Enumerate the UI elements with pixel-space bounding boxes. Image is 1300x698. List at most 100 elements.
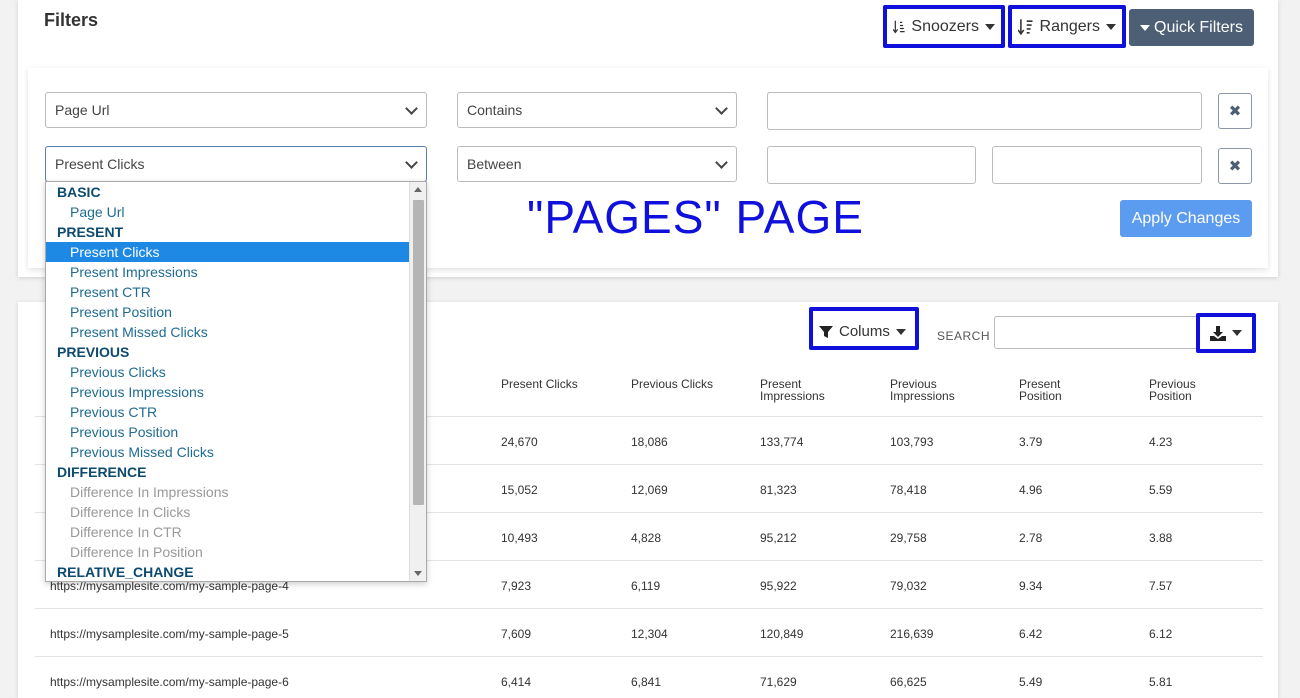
dropdown-option[interactable]: Previous Impressions (46, 382, 410, 402)
page-url-cell[interactable]: https://mysamplesite.com/my-sample-page-… (50, 675, 289, 689)
previous-position-cell: 5.81 (1149, 675, 1173, 689)
previous-clicks-cell: 12,304 (631, 627, 668, 641)
quick-filters-label: Quick Filters (1154, 18, 1243, 36)
rangers-label: Rangers (1039, 17, 1100, 35)
filter-operator-value: Between (467, 156, 522, 172)
quick-filters-button[interactable]: Quick Filters (1129, 9, 1254, 46)
search-label: SEARCH (937, 329, 991, 343)
present-impressions-cell: 120,849 (760, 627, 804, 641)
download-button[interactable] (1200, 317, 1252, 349)
present-clicks-cell: 15,052 (501, 483, 538, 497)
apply-changes-button[interactable]: Apply Changes (1120, 200, 1252, 237)
dropdown-option[interactable]: Previous CTR (46, 402, 410, 422)
dropdown-option: Difference In Position (70, 544, 203, 560)
previous-clicks-cell: 6,119 (631, 579, 661, 593)
field-dropdown-list[interactable]: BASIC Page Url PRESENT Present Clicks Presen… (45, 181, 427, 582)
filter-field-select-2[interactable]: Present Clicks (45, 146, 427, 182)
dropdown-option: Difference In Clicks (70, 504, 191, 520)
page-url-cell[interactable]: https://mysamplesite.com/my-sample-page-… (50, 627, 289, 641)
previous-impressions-cell: 103,793 (890, 435, 934, 449)
previous-position-cell: 7.57 (1149, 579, 1173, 593)
download-highlight (1196, 313, 1256, 353)
filter-field-select-1[interactable]: Page Url (45, 92, 427, 128)
filter-field-value: Page Url (55, 102, 110, 118)
present-impressions-cell: 95,212 (760, 531, 797, 545)
present-impressions-cell: 95,922 (760, 579, 797, 593)
filter-field-value: Present Clicks (55, 156, 145, 172)
dropdown-group-label: DIFFERENCE (57, 464, 147, 480)
filter-operator-select-2[interactable]: Between (457, 146, 737, 182)
present-clicks-cell: 6,414 (501, 675, 532, 689)
dropdown-group-label: BASIC (57, 184, 101, 200)
present-clicks-cell: 24,670 (501, 435, 538, 449)
present-clicks-cell: 10,493 (501, 531, 538, 545)
filter-icon (819, 325, 833, 338)
page-annotation: "PAGES" PAGE (527, 191, 864, 243)
download-icon (1210, 325, 1226, 341)
search-input[interactable] (994, 316, 1198, 349)
dropdown-option[interactable]: Present Clicks (46, 242, 410, 262)
snoozers-button[interactable]: Snoozers (887, 9, 1001, 44)
filter-value-input-1[interactable] (767, 92, 1202, 130)
present-impressions-cell: 71,629 (760, 675, 797, 689)
present-position-cell: 6.42 (1019, 627, 1043, 641)
remove-filter-button-1[interactable]: ✖ (1218, 93, 1252, 129)
scroll-up-icon[interactable] (414, 187, 422, 192)
dropdown-option: Difference In Impressions (70, 484, 229, 500)
scrollbar-thumb[interactable] (413, 200, 424, 505)
dropdown-option[interactable]: Previous Position (46, 422, 410, 442)
present-impressions-cell: 81,323 (760, 483, 797, 497)
dropdown-option[interactable]: Present CTR (46, 282, 410, 302)
filters-title: Filters (44, 10, 99, 30)
caret-down-icon (1140, 24, 1151, 31)
sort-ascending-icon (893, 20, 905, 33)
dropdown-option[interactable]: Previous Clicks (46, 362, 410, 382)
scroll-down-icon[interactable] (414, 571, 422, 576)
filter-max-input[interactable] (992, 146, 1202, 184)
present-position-cell: 5.49 (1019, 675, 1043, 689)
snoozers-label: Snoozers (911, 17, 979, 35)
previous-clicks-cell: 4,828 (631, 531, 662, 545)
chevron-down-icon (715, 156, 728, 169)
column-header[interactable]: Present Position (1019, 378, 1089, 402)
previous-position-cell: 5.59 (1149, 483, 1173, 497)
column-header[interactable]: Previous Position (1149, 378, 1219, 402)
previous-impressions-cell: 66,625 (890, 675, 927, 689)
filter-min-input[interactable] (767, 146, 976, 184)
present-position-cell: 3.79 (1019, 435, 1043, 449)
sort-descending-icon (1018, 18, 1033, 35)
chevron-down-icon (405, 102, 418, 115)
column-header[interactable]: Previous Clicks (631, 378, 741, 390)
close-icon: ✖ (1228, 158, 1242, 175)
dropdown-option[interactable]: Present Missed Clicks (46, 322, 410, 342)
previous-position-cell: 3.88 (1149, 531, 1173, 545)
columns-label: Colums (839, 323, 890, 340)
column-header[interactable]: Present Clicks (501, 378, 611, 390)
table-row: https://mysamplesite.com/my-sample-page-… (35, 608, 1263, 656)
present-position-cell: 9.34 (1019, 579, 1043, 593)
present-position-cell: 4.96 (1019, 483, 1043, 497)
columns-button[interactable]: Colums (813, 311, 915, 346)
previous-clicks-cell: 12,069 (631, 483, 668, 497)
dropdown-option[interactable]: Present Position (46, 302, 410, 322)
rangers-button[interactable]: Rangers (1012, 9, 1122, 44)
column-header[interactable]: Present Impressions (760, 378, 850, 402)
chevron-down-icon (405, 156, 418, 169)
previous-position-cell: 4.23 (1149, 435, 1173, 449)
column-header[interactable]: Previous Impressions (890, 378, 980, 402)
dropdown-scrollbar[interactable] (409, 182, 426, 581)
previous-position-cell: 6.12 (1149, 627, 1173, 641)
present-position-cell: 2.78 (1019, 531, 1043, 545)
dropdown-option[interactable]: Page Url (46, 202, 410, 222)
caret-down-icon (985, 23, 995, 30)
remove-filter-button-2[interactable]: ✖ (1218, 148, 1252, 184)
present-clicks-cell: 7,609 (501, 627, 532, 641)
caret-down-icon (1232, 330, 1242, 336)
caret-down-icon (1106, 23, 1116, 30)
columns-highlight: Colums (809, 307, 919, 350)
dropdown-option[interactable]: Previous Missed Clicks (46, 442, 410, 462)
dropdown-option[interactable]: Present Impressions (46, 262, 410, 282)
filter-operator-select-1[interactable]: Contains (457, 92, 737, 128)
close-icon: ✖ (1228, 103, 1242, 120)
previous-impressions-cell: 79,032 (890, 579, 927, 593)
